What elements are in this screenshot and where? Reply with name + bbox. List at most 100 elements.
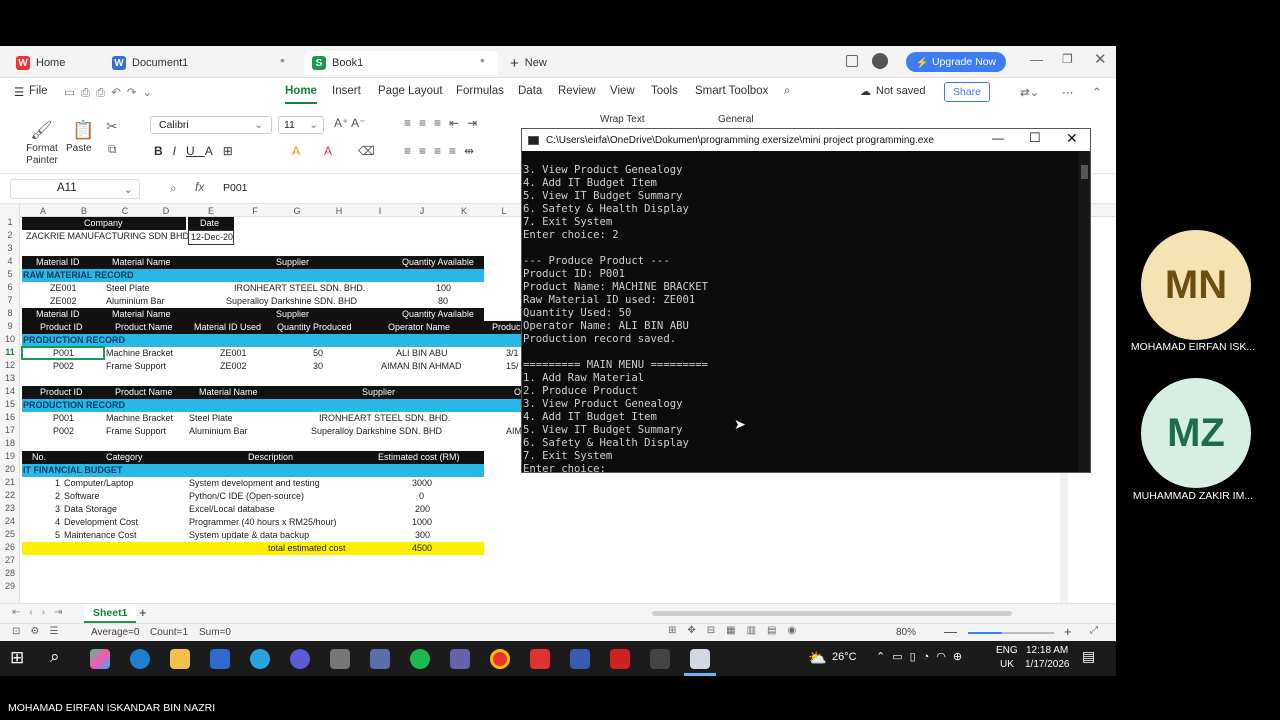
row-header[interactable]: 6 (0, 282, 20, 292)
table-cell[interactable]: Machine Bracket (106, 347, 173, 360)
col-header-i[interactable]: I (360, 206, 400, 216)
name-box[interactable]: A11 ⌄ (10, 179, 140, 199)
search-icon[interactable]: ⌕ (784, 85, 790, 98)
window-list-icon[interactable] (846, 55, 858, 67)
status-icons[interactable]: ⊡⚙☰ (12, 626, 68, 637)
upgrade-button[interactable]: ⚡ Upgrade Now (906, 52, 1006, 72)
col-header-e[interactable]: E (188, 206, 234, 216)
avatar[interactable]: MN (1141, 230, 1251, 340)
file-explorer-icon[interactable] (170, 649, 190, 669)
table-cell[interactable]: ALI BIN ABU (396, 347, 448, 360)
total-label[interactable]: total estimated cost (268, 542, 346, 555)
console-scroll-thumb[interactable] (1081, 165, 1088, 179)
company-name-cell[interactable]: ZACKRIE MANUFACTURING SDN BHD (26, 230, 189, 243)
sync-icon[interactable]: ⇄⌄ (1020, 85, 1039, 99)
table-cell[interactable]: ZE002 (50, 295, 77, 308)
notification-icon[interactable]: ▤ (1082, 648, 1095, 665)
share-button[interactable]: Share (944, 82, 990, 102)
sheet-nav-icons[interactable]: ⇤‹›⇥ (12, 607, 71, 618)
calculator-icon[interactable] (370, 649, 390, 669)
table-cell[interactable]: ZE001 (50, 282, 77, 295)
clock-time[interactable]: 12:18 AM (1026, 645, 1068, 656)
menu-file[interactable]: File (29, 85, 48, 97)
row-header[interactable]: 13 (0, 373, 20, 383)
search-icon[interactable]: ⌕ (50, 647, 60, 667)
row-header[interactable]: 19 (0, 451, 20, 461)
row-header[interactable]: 2 (0, 230, 20, 240)
discord-icon[interactable] (290, 649, 310, 669)
table-cell[interactable]: 1000 (412, 516, 432, 529)
table-cell[interactable]: P001 (53, 412, 74, 425)
table-cell[interactable]: Software (64, 490, 100, 503)
telegram-icon[interactable] (250, 649, 270, 669)
clock-date[interactable]: 1/17/2026 (1025, 659, 1070, 670)
wps-office-icon[interactable] (530, 649, 550, 669)
zoom-level[interactable]: 80% (896, 627, 916, 638)
copy-icon[interactable]: ⧉ (108, 142, 117, 157)
table-cell[interactable]: Steel Plate (106, 282, 150, 295)
row-header[interactable]: 15 (0, 399, 20, 409)
table-cell[interactable]: 4 (55, 516, 60, 529)
menu-home[interactable]: Home (285, 85, 317, 97)
row-header[interactable]: 12 (0, 360, 20, 370)
console-taskbar-icon[interactable] (690, 649, 710, 669)
add-sheet-button[interactable]: + (139, 605, 147, 620)
table-cell[interactable]: 3 (55, 503, 60, 516)
col-header-k[interactable]: K (444, 206, 484, 216)
collapse-ribbon-icon[interactable]: ⌃ (1092, 85, 1102, 99)
col-header-g[interactable]: G (276, 206, 318, 216)
table-cell[interactable]: Computer/Laptop (64, 477, 134, 490)
spotify-icon[interactable] (410, 649, 430, 669)
row-header[interactable]: 3 (0, 243, 20, 253)
table-cell[interactable]: Development Cost (64, 516, 138, 529)
row-header[interactable]: 1 (0, 217, 20, 227)
temperature[interactable]: 26°C (832, 651, 857, 663)
table-cell[interactable]: Frame Support (106, 425, 166, 438)
row-header[interactable]: 26 (0, 542, 20, 552)
tab-book1[interactable]: S Book1 (304, 51, 498, 75)
horizontal-align-icons[interactable]: ≡≡≡≡⇹ (404, 144, 482, 158)
row-header[interactable]: 22 (0, 490, 20, 500)
table-cell[interactable]: Aluminium Bar (189, 425, 248, 438)
zoom-formula-icon[interactable]: ⌕ (170, 181, 177, 196)
table-cell[interactable]: IRONHEART STEEL SDN. BHD. (319, 412, 450, 425)
table-cell[interactable]: Maintenance Cost (64, 529, 137, 542)
table-cell[interactable]: P002 (53, 360, 74, 373)
table-cell[interactable]: 30 (313, 360, 323, 373)
input-region[interactable]: UK (1000, 659, 1014, 670)
horizontal-scrollbar[interactable] (652, 611, 1012, 616)
sheet-tab-sheet1[interactable]: Sheet1 (84, 604, 137, 623)
table-cell[interactable]: AIM (506, 425, 522, 438)
table-cell[interactable]: System update & data backup (189, 529, 309, 542)
table-cell[interactable]: Machine Bracket (106, 412, 173, 425)
table-cell[interactable]: Steel Plate (189, 412, 233, 425)
row-header[interactable]: 14 (0, 386, 20, 396)
font-style-buttons[interactable]: BIUA⊞ (154, 144, 243, 158)
console-maximize-icon[interactable]: ☐ (1029, 130, 1041, 146)
row-header[interactable]: 20 (0, 464, 20, 474)
table-cell[interactable]: 5 (55, 529, 60, 542)
menu-review[interactable]: Review (558, 85, 596, 97)
cut-icon[interactable]: ✂ (106, 118, 118, 135)
table-cell[interactable]: IRONHEART STEEL SDN. BHD. (234, 282, 365, 295)
table-cell[interactable]: 200 (415, 503, 430, 516)
windows-start-icon[interactable]: ⊞ (10, 648, 24, 668)
avatar[interactable]: MZ (1141, 378, 1251, 488)
date-cell[interactable]: 12-Dec-20 (188, 230, 234, 245)
table-cell[interactable]: 2 (55, 490, 60, 503)
format-painter-label[interactable]: Format Painter (24, 143, 60, 167)
teams-icon[interactable] (450, 649, 470, 669)
devcpp-icon[interactable] (570, 649, 590, 669)
table-cell[interactable]: Excel/Local database (189, 503, 275, 516)
quick-access-icons[interactable]: ▭⎙⎙↶↷⌄ (64, 85, 158, 100)
highlight-icon[interactable]: A (292, 144, 300, 158)
menu-smart-toolbox[interactable]: Smart Toolbox (695, 85, 768, 97)
row-header[interactable]: 11 (0, 347, 20, 357)
zoom-out-icon[interactable]: — (944, 624, 957, 639)
fullscreen-icon[interactable]: ⤢ (1090, 625, 1098, 636)
table-cell[interactable]: 80 (438, 295, 448, 308)
formula-content[interactable]: P001 (223, 182, 248, 194)
table-cell[interactable]: 100 (436, 282, 451, 295)
console-window[interactable]: C:\Users\eirfa\OneDrive\Dokumen\programm… (521, 128, 1091, 473)
table-cell[interactable]: 0 (419, 490, 424, 503)
